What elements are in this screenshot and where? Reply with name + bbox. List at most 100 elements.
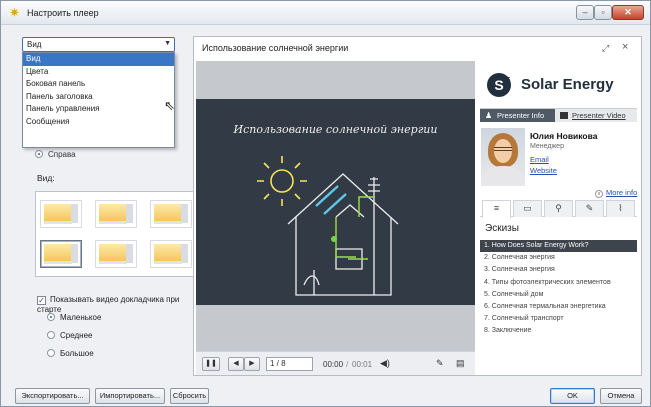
dropdown-option-view[interactable]: Вид [23, 53, 174, 66]
presenter-name: Юлия Новикова [530, 131, 598, 141]
logo-mark-letter: ≡ [504, 74, 511, 86]
cancel-button[interactable]: Отмена [600, 388, 642, 404]
layout-thumb-2[interactable] [95, 200, 137, 228]
settings-panel: Вид ▼ Вид Цвета Боковая панель Панель за… [16, 31, 195, 381]
time-total: 00:01 [352, 360, 373, 369]
presenter-tabs: ♟ Presenter Info Presenter Video [480, 108, 637, 122]
dropdown-value: Вид [27, 40, 42, 49]
dropdown-list: Вид Цвета Боковая панель Панель заголовк… [22, 52, 175, 148]
layout-thumb-1[interactable] [40, 200, 82, 228]
dropdown-option-messages[interactable]: Сообщения [23, 116, 174, 129]
slide-list-item[interactable]: 6. Солнечная термальная энергетика [480, 301, 637, 313]
dropdown-option-colors[interactable]: Цвета [23, 66, 174, 79]
radio-dot-icon [35, 150, 43, 158]
minimize-button[interactable]: – [576, 5, 594, 20]
slide-list-item[interactable]: 8. Заключение [480, 325, 637, 337]
website-link[interactable]: Website [530, 166, 557, 175]
title-bar: ✷ Настроить плеер – ▫ ✕ [1, 1, 650, 25]
radio-small[interactable]: Маленькое [47, 313, 101, 322]
slide-list-item[interactable]: 7. Солнечный транспорт [480, 313, 637, 325]
more-info-label: More info [606, 188, 638, 197]
close-button[interactable]: ✕ [612, 5, 644, 20]
email-link[interactable]: Email [530, 155, 549, 164]
radio-dot-icon [47, 313, 55, 321]
fullscreen-icon[interactable]: ⤢ [602, 43, 609, 54]
outline-tab-icon[interactable]: ≡ [482, 200, 511, 218]
video-icon [560, 112, 568, 119]
layout-grid [35, 191, 195, 277]
solar-house-drawing [257, 156, 399, 296]
dropdown-option-sidebar[interactable]: Боковая панель [23, 78, 174, 91]
tab-presenter-info-label: Presenter Info [497, 111, 545, 120]
volume-icon[interactable]: ◀) [380, 358, 390, 369]
layout-thumb-5[interactable] [95, 240, 137, 268]
prev-icon[interactable]: ◀ [228, 357, 244, 371]
presenter-role: Менеджер [530, 143, 564, 150]
show-video-checkbox[interactable]: ✓ Показывать видео докладчика при старте [37, 295, 192, 314]
next-icon[interactable]: ▶ [244, 357, 260, 371]
slide-list-item[interactable]: 3. Солнечная энергия [480, 264, 637, 276]
attachments-icon[interactable]: ⌇ [606, 200, 635, 217]
chevron-down-icon: v [595, 190, 603, 198]
maximize-button[interactable]: ▫ [594, 5, 612, 20]
export-button[interactable]: Экспортировать... [15, 388, 90, 404]
customize-player-window: ✷ Настроить плеер – ▫ ✕ Вид ▼ Вид Цвета … [0, 0, 651, 407]
radio-right-label: Справа [48, 150, 76, 159]
slide-list: 1. How Does Solar Energy Work? 2. Солнеч… [480, 240, 637, 338]
thumbnails-section-title: Эскизы [485, 223, 519, 234]
radio-large-label: Большое [60, 349, 94, 358]
player-preview: Использование солнечной энергии ⤢ × Испо… [193, 36, 642, 376]
slide-list-item[interactable]: 5. Солнечный дом [480, 289, 637, 301]
checkbox-checked-icon: ✓ [37, 296, 46, 305]
pause-icon[interactable]: ❚❚ [202, 357, 220, 371]
tab-presenter-video-label: Presenter Video [572, 111, 626, 120]
layout-thumb-3[interactable] [150, 200, 192, 228]
slide-stage: Использование солнечной энергии [196, 61, 475, 351]
view-label: Вид: [37, 173, 55, 183]
category-dropdown[interactable]: Вид ▼ [22, 37, 175, 52]
dropdown-option-control-panel[interactable]: Панель управления [23, 103, 174, 116]
more-info-link[interactable]: v More info [595, 188, 637, 198]
time-current: 00:00 [323, 360, 344, 369]
ok-button[interactable]: OK [550, 388, 595, 404]
radio-medium[interactable]: Среднее [47, 331, 92, 340]
slide-list-item[interactable]: 4. Типы фотоэлектрических элементов [480, 277, 637, 289]
slide[interactable]: Использование солнечной энергии [196, 99, 475, 305]
person-icon: ♟ [485, 111, 493, 120]
notes-tab-icon[interactable]: ✎ [575, 200, 604, 217]
search-icon[interactable]: ⚲ [544, 200, 573, 217]
slide-list-item[interactable]: 2. Солнечная энергия [480, 252, 637, 264]
radio-small-label: Маленькое [60, 313, 102, 322]
slide-counter[interactable]: 1 / 8 [266, 357, 313, 371]
radio-dot-icon [47, 331, 55, 339]
reset-button[interactable]: Сбросить [170, 388, 209, 404]
slide-list-item[interactable]: 1. How Does Solar Energy Work? [480, 240, 637, 253]
logo-text: Solar Energy [521, 76, 614, 93]
sidebar-panel: S ≡ Solar Energy ♟ Presenter Info Present… [477, 61, 640, 375]
time-separator: / [346, 360, 349, 369]
chevron-down-icon: ▼ [164, 40, 171, 47]
radio-right[interactable]: Справа [35, 150, 76, 159]
sidebar-icon-tabs: ≡ ▭ ⚲ ✎ ⌇ [480, 200, 637, 218]
preview-title: Использование солнечной энергии [202, 43, 349, 53]
tab-presenter-info[interactable]: ♟ Presenter Info [480, 109, 555, 122]
show-video-label: Показывать видео докладчика при старте [37, 295, 180, 314]
layout-toggle-icon[interactable]: ▤ [456, 358, 465, 369]
import-button[interactable]: Импортировать... [95, 388, 165, 404]
dialog-footer: Экспортировать... Импортировать... Сброс… [1, 385, 651, 407]
dropdown-option-title-panel[interactable]: Панель заголовка [23, 91, 174, 104]
radio-dot-icon [47, 349, 55, 357]
radio-medium-label: Среднее [60, 331, 93, 340]
thumbnails-tab-icon[interactable]: ▭ [513, 200, 542, 217]
window-title: Настроить плеер [27, 8, 99, 18]
app-star-icon: ✷ [9, 5, 20, 20]
pen-icon[interactable]: ✎ [436, 358, 444, 369]
playback-controls: ❚❚ ◀ ▶ 1 / 8 00:00 / 00:01 ◀) ✎ ▤ [196, 351, 475, 375]
mouse-cursor-icon: ⇖ [164, 98, 175, 113]
layout-thumb-6[interactable] [150, 240, 192, 268]
layout-thumb-4[interactable] [40, 240, 82, 268]
preview-close-icon[interactable]: × [622, 41, 628, 53]
radio-large[interactable]: Большое [47, 349, 94, 358]
presenter-avatar [481, 128, 525, 186]
tab-presenter-video[interactable]: Presenter Video [560, 109, 626, 122]
